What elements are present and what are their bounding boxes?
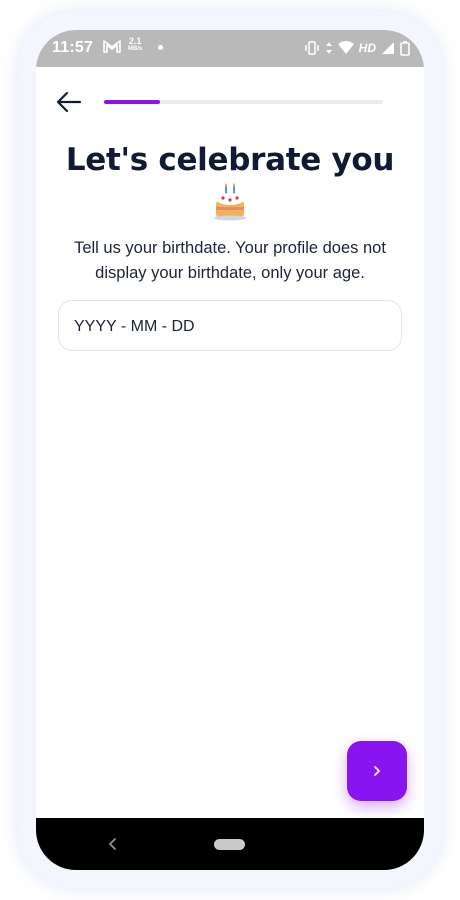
vibrate-icon: [304, 41, 319, 55]
gmail-icon: [103, 40, 121, 53]
birthday-cake-icon: [214, 183, 246, 221]
data-arrows-icon: [325, 42, 332, 54]
home-pill-icon[interactable]: [214, 839, 245, 850]
network-speed-unit: MB/s: [128, 46, 143, 52]
status-time: 11:57: [52, 39, 94, 56]
notification-dot: [158, 45, 163, 50]
signal-icon: [382, 42, 394, 54]
status-bar: 11:57 2.1 MB/s HD: [36, 30, 424, 67]
progress-bar: [104, 100, 383, 104]
birthdate-input[interactable]: [72, 301, 386, 352]
network-type-label: HD: [358, 41, 376, 55]
chevron-right-icon: [374, 766, 380, 776]
system-nav-bar: [36, 818, 424, 870]
network-speed-value: 2.1: [128, 36, 142, 46]
birthdate-field: [58, 300, 402, 352]
next-button[interactable]: [347, 741, 407, 801]
nav-back-icon[interactable]: [106, 834, 120, 854]
arrow-left-icon: [56, 91, 82, 113]
progress-fill: [104, 100, 160, 104]
network-speed: 2.1 MB/s: [128, 37, 142, 53]
page-title: Let's celebrate you: [65, 142, 395, 178]
phone-screen: 11:57 2.1 MB/s HD Let's celebrate you Te…: [36, 30, 424, 870]
status-icons: HD: [304, 38, 410, 58]
battery-icon: [400, 40, 410, 56]
wifi-icon: [337, 41, 354, 54]
back-button[interactable]: [54, 90, 84, 114]
page-subtitle: Tell us your birthdate. Your profile doe…: [74, 239, 386, 282]
